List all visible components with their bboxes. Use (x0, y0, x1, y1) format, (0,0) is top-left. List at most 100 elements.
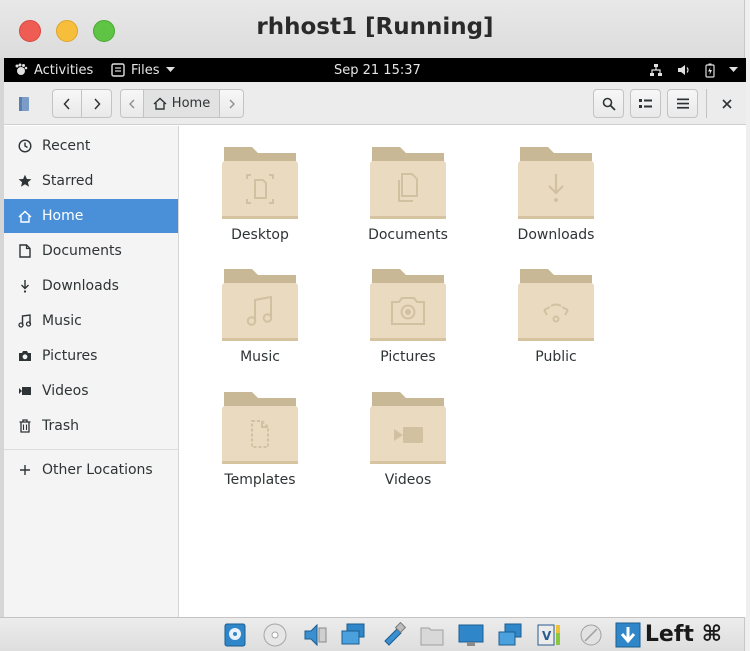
list-view-icon (639, 98, 652, 108)
window-title: rhhost1 [Running] (256, 14, 494, 40)
nautilus-headerbar: Home (4, 82, 746, 125)
folder-documents-icon (370, 147, 446, 219)
sidebar-item-other-locations[interactable]: Other Locations (4, 453, 178, 487)
path-home-button[interactable]: Home (144, 89, 220, 118)
back-button[interactable] (52, 89, 82, 118)
music-icon (17, 313, 33, 329)
sidebar-separator (4, 449, 178, 450)
sidebar-item-recent[interactable]: Recent (4, 129, 178, 163)
network-icon (650, 64, 662, 76)
sidebar-item-label: Starred (42, 173, 94, 189)
guest-screen[interactable]: Activities Files Sep 21 15:37 Home Recen… (4, 58, 746, 617)
chevron-down-icon (165, 67, 175, 72)
sidebar-item-trash[interactable]: Trash (4, 409, 178, 443)
keyboard-capture-icon[interactable] (615, 622, 641, 648)
sidebar-item-label: Recent (42, 138, 91, 154)
virtualization-icon[interactable]: V (536, 622, 562, 648)
forward-button[interactable] (82, 89, 112, 118)
activities-label: Activities (34, 62, 94, 78)
folder-desktop[interactable]: Desktop (205, 136, 315, 246)
volume-icon (678, 65, 689, 75)
close-button[interactable] (714, 89, 740, 118)
folder-music[interactable]: Music (205, 258, 315, 368)
folder-label: Desktop (231, 227, 289, 243)
sidebar-item-home[interactable]: Home (4, 199, 178, 233)
folder-templates-icon (222, 392, 298, 464)
battery-icon (705, 63, 715, 78)
network-adapter-icon[interactable] (340, 622, 366, 648)
folder-desktop-icon (222, 147, 298, 219)
path-home-label: Home (171, 96, 211, 111)
headerbar-separator (706, 89, 707, 118)
folder-music-icon (222, 269, 298, 341)
chevron-left-icon (129, 99, 135, 108)
clock[interactable]: Sep 21 15:37 (334, 58, 421, 82)
path-scroll-left-button[interactable] (120, 89, 144, 118)
folder-pictures[interactable]: Pictures (353, 258, 463, 368)
folder-public-icon (518, 269, 594, 341)
search-icon (602, 97, 616, 111)
folder-pictures-icon (370, 269, 446, 341)
sidebar-toggle-button[interactable] (10, 89, 38, 118)
sidebar-item-label: Downloads (42, 278, 119, 294)
usb-icon[interactable] (380, 622, 406, 648)
folder-public[interactable]: Public (501, 258, 611, 368)
files-icon (19, 96, 29, 111)
app-menu-label: Files (131, 62, 160, 78)
video-capture-icon[interactable] (497, 622, 523, 648)
path-scroll-right-button[interactable] (220, 89, 244, 118)
sidebar-item-label: Pictures (42, 348, 98, 364)
folder-label: Pictures (380, 349, 436, 365)
gnome-top-bar: Activities Files Sep 21 15:37 (4, 58, 746, 82)
folder-documents[interactable]: Documents (353, 136, 463, 246)
video-icon (17, 383, 33, 399)
folder-downloads[interactable]: Downloads (501, 136, 611, 246)
chevron-right-icon (93, 97, 101, 110)
close-icon (722, 98, 732, 109)
app-menu-button[interactable]: Files (111, 58, 175, 82)
chevron-right-icon (229, 99, 235, 108)
gnome-foot-icon (15, 63, 28, 75)
hard-disk-icon[interactable] (222, 622, 248, 648)
activities-button[interactable]: Activities (14, 58, 93, 82)
folder-templates[interactable]: Templates (205, 381, 315, 491)
sidebar-item-label: Music (42, 313, 82, 329)
sidebar-item-label: Videos (42, 383, 89, 399)
files-app-icon (111, 63, 125, 77)
shared-folders-icon[interactable] (419, 622, 445, 648)
sidebar-item-starred[interactable]: Starred (4, 164, 178, 198)
folder-videos[interactable]: Videos (353, 381, 463, 491)
folder-label: Music (240, 349, 280, 365)
mouse-integration-icon[interactable] (578, 622, 604, 648)
sidebar-item-pictures[interactable]: Pictures (4, 339, 178, 373)
sidebar-item-videos[interactable]: Videos (4, 374, 178, 408)
folder-label: Templates (224, 472, 296, 488)
camera-icon (17, 348, 33, 364)
vm-window-titlebar: rhhost1 [Running] (0, 0, 750, 58)
sidebar-item-label: Other Locations (42, 462, 153, 478)
home-icon (153, 97, 167, 110)
folder-label: Videos (384, 472, 432, 488)
chevron-down-icon (729, 67, 738, 72)
host-key-label: Left ⌘ (644, 622, 722, 647)
folder-videos-icon (370, 392, 446, 464)
search-button[interactable] (593, 89, 624, 118)
view-toggle-button[interactable] (630, 89, 661, 118)
folder-label: Documents (368, 227, 448, 243)
audio-icon[interactable] (302, 622, 328, 648)
star-icon (17, 173, 33, 189)
sidebar-item-documents[interactable]: Documents (4, 234, 178, 268)
sidebar-item-downloads[interactable]: Downloads (4, 269, 178, 303)
trash-icon (17, 418, 33, 434)
sidebar-item-label: Trash (42, 418, 79, 434)
display-icon[interactable] (458, 622, 484, 648)
places-sidebar: Recent Starred Home Documents Downloads (4, 126, 179, 617)
system-menu[interactable] (649, 58, 738, 82)
menu-button[interactable] (667, 89, 698, 118)
optical-disc-icon[interactable] (262, 622, 288, 648)
plus-icon (17, 462, 33, 478)
document-icon (17, 243, 33, 259)
folder-view[interactable]: Desktop Documents Downloads Music Pictur… (180, 126, 746, 617)
sidebar-item-music[interactable]: Music (4, 304, 178, 338)
download-icon (17, 278, 33, 294)
